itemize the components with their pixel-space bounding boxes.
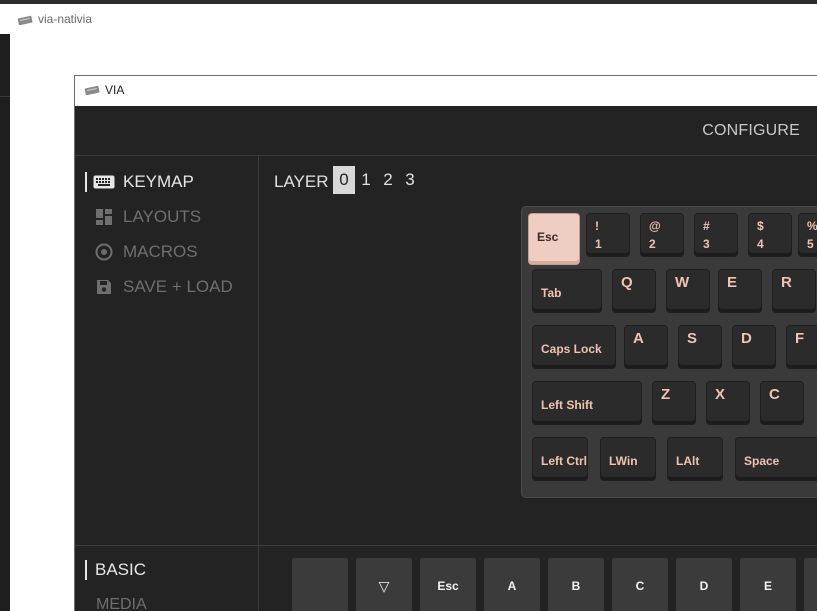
background-window-edge [0,34,10,611]
palette-key-d[interactable]: D [676,558,732,611]
key-z[interactable]: Z [653,382,695,424]
configure-tab[interactable]: CONFIGURE [702,122,800,140]
key-esc[interactable]: Esc [529,214,579,264]
palette-key-esc[interactable]: Esc [420,558,476,611]
sidebar-item-layouts[interactable]: LAYOUTS [85,204,201,230]
key-s[interactable]: S [679,326,721,368]
via-window-titlebar[interactable]: VIA [75,76,817,106]
layer-label: LAYER [274,172,329,191]
key-q[interactable]: Q [613,270,655,312]
key-e[interactable]: E [719,270,761,312]
category-media[interactable]: MEDIA [96,596,147,611]
key-4[interactable]: $ 4 [749,214,791,256]
key-tab[interactable]: Tab [533,270,601,312]
sidebar-item-label: KEYMAP [123,172,194,191]
sidebar-item-label: SAVE + LOAD [123,277,233,296]
palette-key-a[interactable]: A [484,558,540,611]
via-window: VIA CONFIGURE KEYMAP LAYOUTS MACROS SAVE… [74,75,817,611]
key-lwin[interactable]: LWin [601,438,655,480]
sidebar-item-label: LAYOUTS [123,207,202,226]
key-space[interactable]: Space [736,438,817,480]
key-3[interactable]: # 3 [695,214,737,256]
macros-icon [93,243,115,261]
layer-1-button[interactable]: 1 [355,166,377,194]
key-category-list: BASIC MEDIA [75,546,259,611]
layer-2-button[interactable]: 2 [377,166,399,194]
sidebar-item-macros[interactable]: MACROS [85,239,198,265]
palette-key-e[interactable]: E [740,558,796,611]
key-w[interactable]: W [667,270,709,312]
key-d[interactable]: D [733,326,775,368]
key-f[interactable]: F [787,326,817,368]
keyboard-layout: Esc ! 1 @ 2 # 3 $ 4 % 5 Tab Q W E R Caps… [521,206,817,498]
key-a[interactable]: A [625,326,667,368]
key-1[interactable]: ! 1 [587,214,629,256]
sidebar-item-label: MACROS [123,242,198,261]
keyboard-icon [93,173,115,191]
key-left-ctrl[interactable]: Left Ctrl [533,438,587,480]
sidebar-item-keymap[interactable]: KEYMAP [85,169,194,195]
key-left-shift[interactable]: Left Shift [533,382,641,424]
palette-key-transparent[interactable]: ▽ [356,558,412,611]
active-indicator [85,172,87,192]
palette-key-c[interactable]: C [612,558,668,611]
layouts-icon [93,208,115,226]
active-indicator [85,560,87,580]
palette-key-blank[interactable] [292,558,348,611]
key-2[interactable]: @ 2 [641,214,683,256]
top-navigation: CONFIGURE [75,106,817,156]
key-lalt[interactable]: LAlt [668,438,722,480]
outer-window-title: via-nativia [38,12,93,26]
outer-window-titlebar[interactable]: via-nativia [0,4,817,34]
key-x[interactable]: X [707,382,749,424]
app-keyboard-icon [17,15,33,25]
category-basic[interactable]: BASIC [85,560,146,580]
layer-3-button[interactable]: 3 [399,166,421,194]
key-r[interactable]: R [773,270,815,312]
palette-key-partial[interactable] [804,558,817,611]
sidebar-item-save-load[interactable]: SAVE + LOAD [85,274,233,300]
save-icon [93,278,115,296]
key-caps-lock[interactable]: Caps Lock [533,326,615,368]
keymap-panel: LAYER 0 1 2 3 Esc ! 1 @ 2 # 3 $ 4 % 5 Ta… [259,156,817,546]
palette-key-b[interactable]: B [548,558,604,611]
key-c[interactable]: C [761,382,803,424]
app-keyboard-icon [84,85,100,95]
layer-0-button[interactable]: 0 [333,166,355,194]
via-window-title: VIA [105,83,125,97]
key-5[interactable]: % 5 [799,214,817,256]
sidebar: KEYMAP LAYOUTS MACROS SAVE + LOAD [75,156,259,546]
